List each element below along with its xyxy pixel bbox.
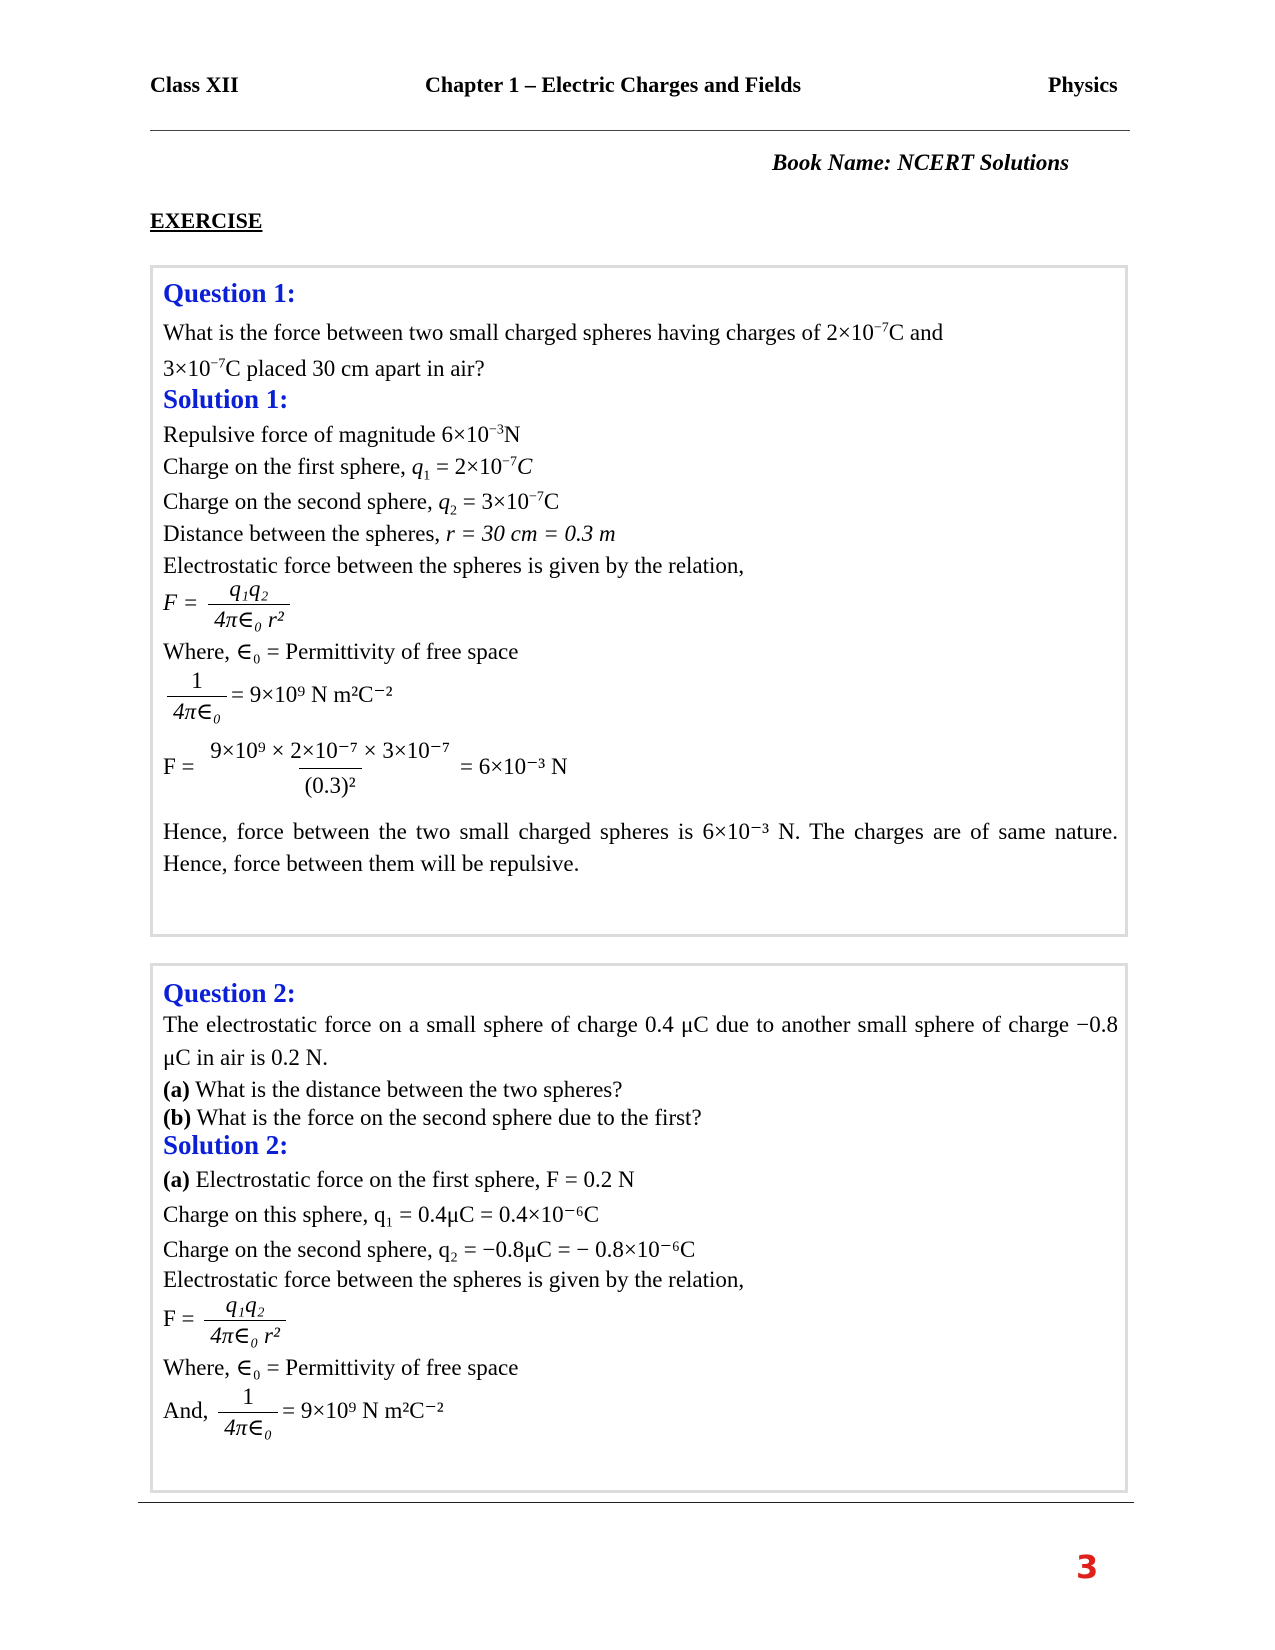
question-1-box: Question 1: What is the force between tw… (150, 265, 1128, 937)
solution-2-heading: Solution 2: (163, 1130, 289, 1160)
question-1-text-line-1: What is the force between two small char… (163, 319, 943, 347)
solution-2-line: (a) Electrostatic force on the first sph… (163, 1167, 635, 1192)
solution-2-line: Electrostatic force between the spheres … (163, 1267, 745, 1292)
charge-value: 2×10−7C (826, 320, 905, 345)
solution-2-line: Charge on this sphere, q₁ = 0.4μC = 0.4×… (163, 1202, 600, 1227)
solution-1-heading: Solution 1: (163, 384, 289, 414)
solution-2-line: Charge on the second sphere, q₂ = −0.8μC… (163, 1237, 696, 1262)
header-chapter: Chapter 1 – Electric Charges and Fields (425, 72, 802, 97)
solution-1-conclusion: Hence, force between the two small charg… (163, 819, 1118, 876)
solution-1-line: Distance between the spheres, r = 30 cm … (163, 521, 616, 546)
question-1-heading: Question 1: (163, 278, 296, 308)
charge-value: 3×10−7C (163, 356, 241, 381)
permittivity-definition: Where, ∈₀ = Permittivity of free space (163, 1355, 519, 1380)
page-number: 3 (1076, 1548, 1099, 1586)
header-subject: Physics (1048, 72, 1118, 97)
question-2-heading: Question 2: (163, 978, 296, 1008)
question-text: placed 30 cm apart in air? (246, 356, 485, 381)
coulomb-constant: 1 4π∈₀ = 9×10⁹ N m²C⁻² (163, 668, 393, 725)
question-text-and: and (909, 320, 944, 345)
coulomb-formula: F = q₁q₂ 4π∈₀ r² (163, 1292, 290, 1349)
question-1-text-line-2: 3×10−7C placed 30 cm apart in air? (163, 355, 485, 383)
force-calculation: F = 9×10⁹ × 2×10⁻⁷ × 3×10⁻⁷ (0.3)² = 6×10⁻… (163, 736, 568, 801)
question-2-part-b: (b) What is the force on the second sphe… (163, 1105, 702, 1130)
question-2-box: Question 2: The electrostatic force on a… (150, 963, 1128, 1493)
permittivity-definition: Where, ∈₀ = Permittivity of free space (163, 639, 519, 664)
book-name: Book Name: NCERT Solutions (772, 150, 1070, 175)
coulomb-formula: F = q₁q₂ 4π∈₀ r² (163, 576, 294, 633)
header-divider (150, 130, 1130, 131)
section-title: EXERCISE (150, 208, 263, 233)
question-2-part-a: (a) What is the distance between the two… (163, 1077, 623, 1102)
question-2-text: The electrostatic force on a small spher… (163, 1012, 1118, 1070)
footer-divider (138, 1502, 1134, 1503)
solution-1-line: Charge on the second sphere, q2 = 3×10−7… (163, 489, 560, 519)
coulomb-constant: And, 1 4π∈₀ = 9×10⁹ N m²C⁻² (163, 1384, 444, 1440)
solution-1-line: Charge on the first sphere, q1 = 2×10−7C (163, 454, 533, 484)
question-text: What is the force between two small char… (163, 320, 821, 345)
solution-1-line: Repulsive force of magnitude 6×10−3N (163, 422, 521, 447)
header-class: Class XII (150, 72, 239, 97)
